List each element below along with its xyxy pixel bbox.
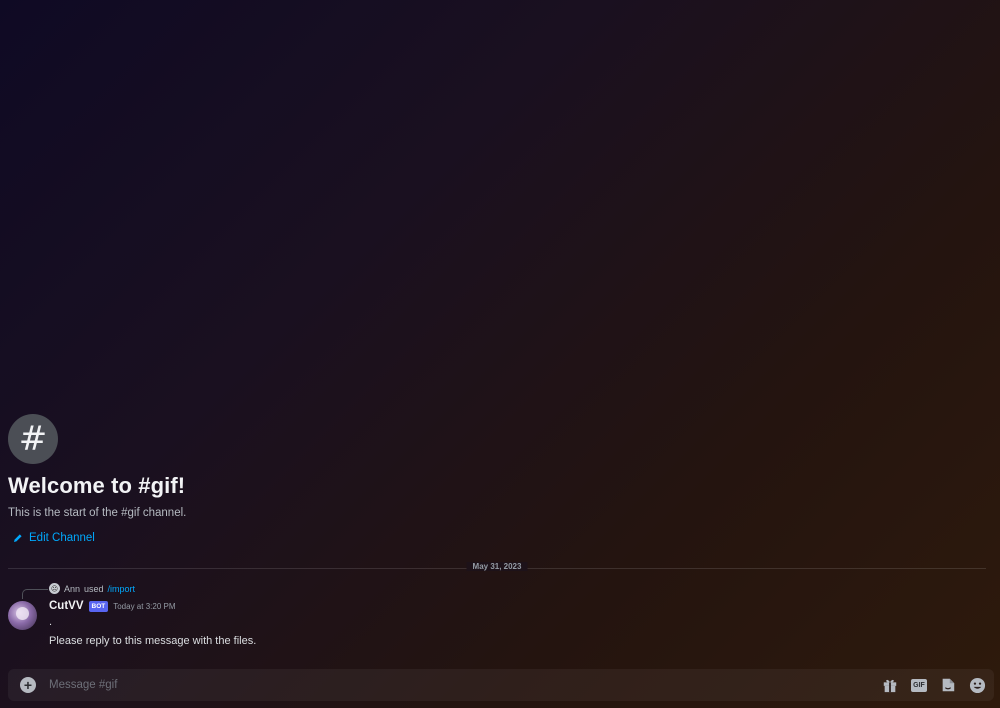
pencil-icon bbox=[14, 534, 22, 542]
reply-username[interactable]: Ann bbox=[64, 584, 80, 594]
message-author[interactable]: CutVV bbox=[49, 600, 84, 612]
welcome-title: Welcome to #gif! bbox=[8, 473, 186, 498]
message-header: CutVV BOT Today at 3:20 PM bbox=[49, 600, 176, 612]
date-divider-label: May 31, 2023 bbox=[466, 562, 528, 571]
date-divider: May 31, 2023 bbox=[8, 562, 986, 571]
message-composer: + GIF bbox=[8, 669, 994, 701]
avatar[interactable] bbox=[8, 601, 37, 630]
bot-tag: BOT bbox=[88, 600, 109, 612]
reply-context[interactable]: ☹ Ann used /import bbox=[49, 583, 135, 594]
hashtag-icon: # bbox=[8, 414, 58, 464]
plus-icon: + bbox=[23, 677, 33, 693]
welcome-subtitle: This is the start of the #gif channel. bbox=[8, 507, 187, 519]
reply-command-link[interactable]: /import bbox=[108, 584, 136, 594]
message-input[interactable] bbox=[49, 679, 881, 691]
message-timestamp: Today at 3:20 PM bbox=[113, 601, 176, 611]
sticker-icon[interactable] bbox=[939, 676, 957, 694]
gif-label: GIF bbox=[911, 678, 927, 692]
gif-icon[interactable]: GIF bbox=[910, 676, 928, 694]
reply-action: used bbox=[84, 583, 104, 594]
edit-channel-label: Edit Channel bbox=[29, 532, 95, 544]
reply-avatar: ☹ bbox=[49, 583, 60, 594]
message-text-line: Please reply to this message with the fi… bbox=[49, 635, 257, 647]
add-attachment-button[interactable]: + bbox=[20, 677, 36, 693]
reply-connector bbox=[22, 589, 48, 599]
message-text-line: . bbox=[49, 616, 53, 628]
channel-welcome: # Welcome to #gif! This is the start of … bbox=[8, 414, 608, 544]
composer-toolbar: GIF bbox=[881, 676, 986, 694]
emoji-icon[interactable] bbox=[968, 676, 986, 694]
gift-icon[interactable] bbox=[881, 676, 899, 694]
edit-channel-button[interactable]: Edit Channel bbox=[13, 532, 608, 544]
